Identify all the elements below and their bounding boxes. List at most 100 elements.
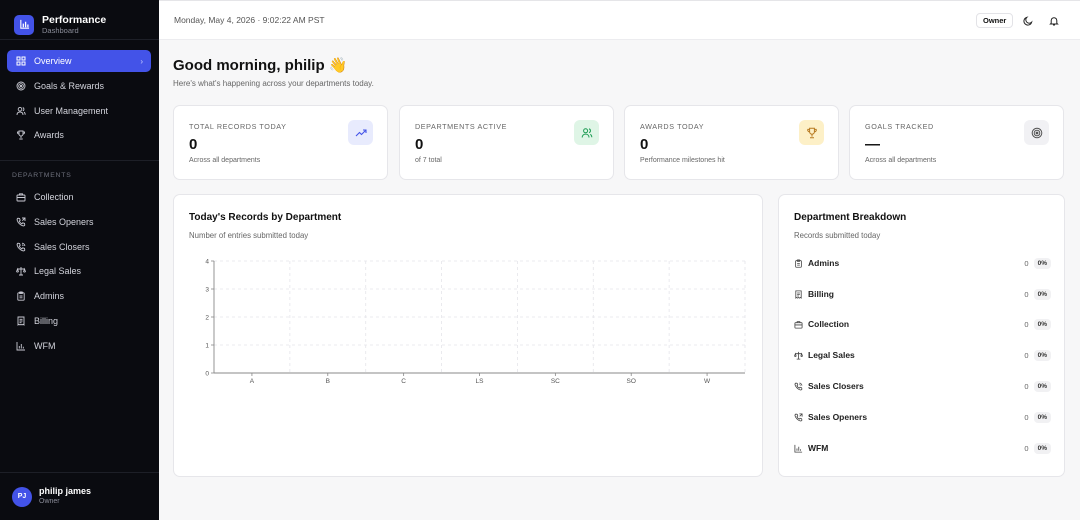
- stat-note: Across all departments: [865, 157, 937, 164]
- x-tick-label: SC: [551, 378, 560, 385]
- sidebar-item-label: Billing: [34, 315, 59, 326]
- brand[interactable]: Performance Dashboard: [0, 0, 159, 40]
- breakdown-name: WFM: [808, 443, 829, 453]
- moon-icon[interactable]: [1021, 14, 1034, 27]
- x-tick-label: B: [326, 378, 330, 385]
- stat-note: of 7 total: [415, 157, 442, 164]
- role-badge[interactable]: Owner: [976, 13, 1014, 28]
- y-tick-label: 1: [205, 343, 209, 350]
- x-tick-label: A: [250, 378, 255, 385]
- breakdown-row-sales-openers[interactable]: Sales Openers 0 0%: [793, 409, 1051, 425]
- sidebar-item-user-management[interactable]: User Management: [7, 100, 151, 122]
- breakdown-row-admins[interactable]: Admins 0 0%: [793, 255, 1051, 271]
- sidebar-item-billing[interactable]: Billing: [7, 310, 151, 332]
- breakdown-percent-badge: 0%: [1033, 257, 1051, 269]
- scale-icon: [793, 350, 803, 360]
- breakdown-percent-badge: 0%: [1033, 318, 1051, 330]
- y-tick-label: 2: [205, 315, 209, 322]
- y-tick-label: 4: [205, 259, 209, 266]
- sidebar-item-label: Collection: [34, 192, 74, 202]
- target-icon: [15, 80, 27, 92]
- stat-value: 0: [415, 136, 424, 153]
- sidebar-item-label: Sales Openers: [34, 216, 94, 227]
- breakdown-name: Billing: [808, 289, 834, 299]
- sidebar-item-label: Admins: [34, 291, 65, 302]
- stat-label: AWARDS TODAY: [640, 122, 705, 131]
- breakdown-percent-badge: 0%: [1033, 288, 1051, 300]
- stat-card-goals-tracked: GOALS TRACKED — Across all departments: [849, 105, 1064, 180]
- breakdown-row-wfm[interactable]: WFM 0 0%: [793, 440, 1051, 456]
- trophy-icon: [15, 129, 27, 141]
- brand-subtitle: Dashboard: [42, 25, 79, 35]
- stat-card-departments-active: DEPARTMENTS ACTIVE 0 of 7 total: [399, 105, 614, 180]
- breakdown-name: Legal Sales: [808, 350, 855, 360]
- stat-note: Across all departments: [189, 157, 261, 164]
- sidebar-item-wfm[interactable]: WFM: [7, 335, 151, 357]
- user-profile[interactable]: PJ philip james Owner: [12, 486, 91, 507]
- x-tick-label: SO: [627, 378, 636, 385]
- sidebar-item-awards[interactable]: Awards: [7, 124, 151, 146]
- sidebar-item-sales-closers[interactable]: Sales Closers: [7, 236, 151, 258]
- bar-chart-icon: [14, 14, 34, 35]
- chevron-right-icon: ›: [140, 56, 143, 66]
- breakdown-count: 0: [1024, 350, 1029, 360]
- departments-nav: Collection Sales Openers Sales Closers L…: [7, 186, 151, 360]
- sidebar-item-label: Sales Closers: [34, 241, 90, 252]
- breakdown-count: 0: [1024, 381, 1029, 391]
- breakdown-row-billing[interactable]: Billing 0 0%: [793, 286, 1051, 302]
- briefcase-icon: [793, 319, 803, 329]
- sidebar-item-admins[interactable]: Admins: [7, 285, 151, 307]
- breakdown-percent-badge: 0%: [1033, 411, 1051, 423]
- brand-title: Performance: [42, 13, 107, 26]
- records-bar-chart: 0 1 2 3 4 A B C LS SC SO W: [205, 259, 746, 385]
- briefcase-icon: [15, 191, 27, 203]
- sidebar-item-label: Legal Sales: [34, 266, 82, 277]
- page-title: Good morning, philip 👋: [173, 57, 348, 74]
- stat-label: TOTAL RECORDS TODAY: [189, 122, 287, 131]
- breakdown-title: Department Breakdown: [794, 212, 907, 223]
- sidebar-item-overview[interactable]: Overview ›: [7, 50, 151, 72]
- sidebar-item-label: Overview: [34, 56, 72, 66]
- bell-icon[interactable]: [1047, 14, 1060, 27]
- breakdown-count: 0: [1024, 443, 1029, 453]
- sidebar-item-label: WFM: [34, 340, 56, 351]
- avatar: PJ: [12, 486, 32, 507]
- sidebar-item-sales-openers[interactable]: Sales Openers: [7, 211, 151, 233]
- breakdown-row-legal-sales[interactable]: Legal Sales 0 0%: [793, 347, 1051, 363]
- stat-value: 0: [640, 136, 649, 153]
- user-role: Owner: [39, 498, 60, 505]
- stat-value: —: [865, 136, 880, 153]
- breakdown-name: Collection: [808, 319, 850, 329]
- sidebar-item-legal-sales[interactable]: Legal Sales: [7, 260, 151, 282]
- page-subtitle: Here's what's happening across your depa…: [173, 79, 374, 88]
- x-tick-label: LS: [476, 378, 485, 385]
- breakdown-name: Sales Closers: [808, 381, 864, 391]
- phone-call-icon: [793, 381, 803, 391]
- breakdown-percent-badge: 0%: [1033, 442, 1051, 454]
- stat-note: Performance milestones hit: [640, 157, 725, 164]
- breakdown-name: Admins: [808, 258, 840, 268]
- receipt-icon: [15, 315, 27, 327]
- stat-label: GOALS TRACKED: [865, 122, 934, 131]
- breakdown-name: Sales Openers: [808, 412, 868, 422]
- sidebar-item-goals-rewards[interactable]: Goals & Rewards: [7, 75, 151, 97]
- sidebar-item-collection[interactable]: Collection: [7, 186, 151, 208]
- departments-heading: DEPARTMENTS: [12, 172, 72, 179]
- sidebar-item-label: User Management: [34, 105, 109, 116]
- breakdown-percent-badge: 0%: [1033, 380, 1051, 392]
- x-tick-label: W: [704, 378, 711, 385]
- phone-outgoing-icon: [15, 216, 27, 228]
- grid-icon: [15, 55, 27, 67]
- breakdown-row-collection[interactable]: Collection 0 0%: [793, 316, 1051, 332]
- stat-card-awards-today: AWARDS TODAY 0 Performance milestones hi…: [624, 105, 839, 180]
- sidebar: Performance Dashboard Overview › Goals &…: [0, 0, 159, 520]
- clipboard-icon: [15, 290, 27, 302]
- y-tick-label: 0: [205, 371, 209, 378]
- department-breakdown-card: Department Breakdown Records submitted t…: [778, 194, 1065, 477]
- bar-chart-icon: [793, 443, 803, 453]
- trophy-icon: [799, 120, 824, 145]
- records-chart-card: Today's Records by Department Number of …: [173, 194, 763, 477]
- breakdown-row-sales-closers[interactable]: Sales Closers 0 0%: [793, 378, 1051, 394]
- target-icon: [1024, 120, 1049, 145]
- breakdown-subtitle: Records submitted today: [794, 231, 881, 240]
